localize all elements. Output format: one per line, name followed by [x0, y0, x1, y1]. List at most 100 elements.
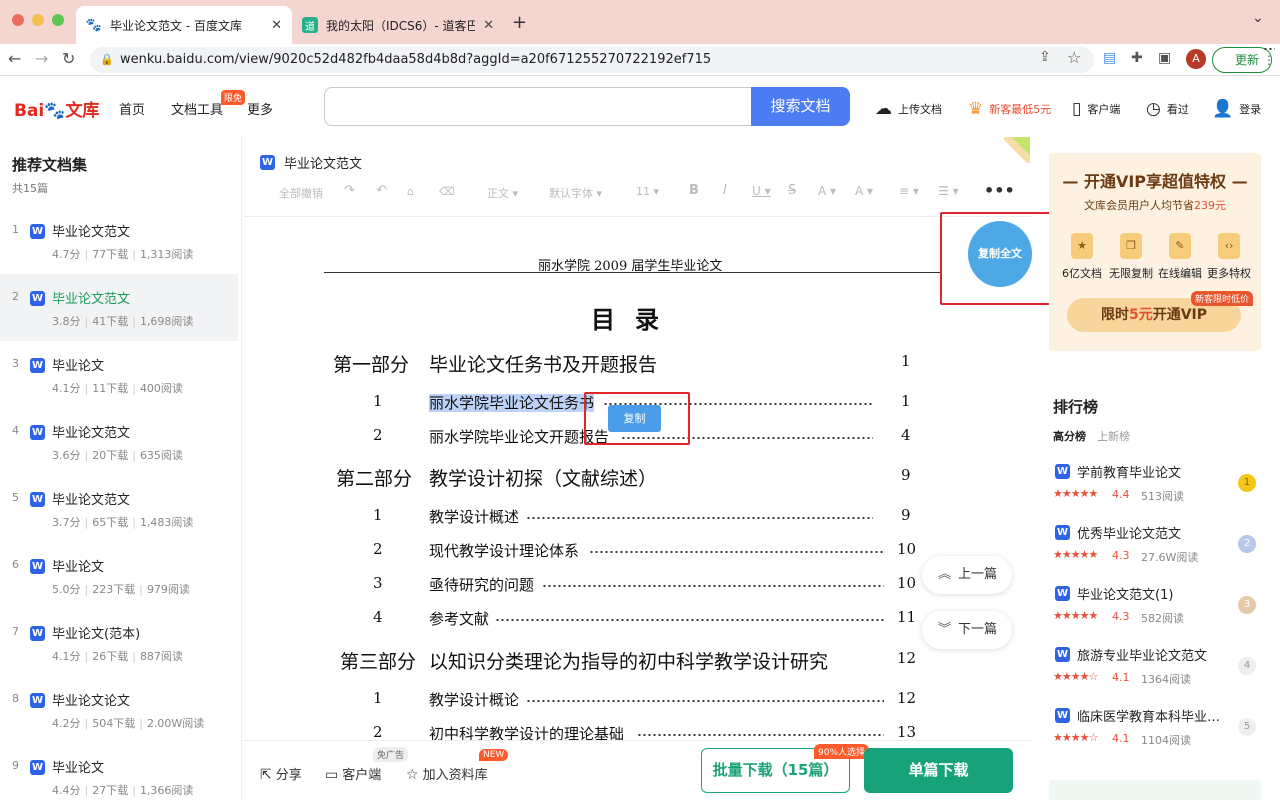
forward-icon[interactable]: → — [35, 49, 48, 68]
toc-item: 亟待研究的问题 — [429, 576, 535, 594]
share-page-icon[interactable]: ⇪ — [1039, 49, 1051, 65]
align-button[interactable]: ≡ ▾ — [899, 184, 919, 198]
baidu-wenku-logo[interactable]: Bai🐾文库 — [14, 96, 99, 121]
nav-home[interactable]: 首页 — [119, 99, 145, 118]
font-size-select[interactable]: 11 ▾ — [636, 185, 659, 198]
maximize-window-button[interactable] — [52, 14, 64, 26]
tab-new[interactable]: 上新榜 — [1097, 428, 1130, 444]
next-doc-label: 下一篇 — [958, 622, 998, 637]
minimize-window-button[interactable] — [32, 14, 44, 26]
item-reads: 1,483阅读 — [139, 516, 194, 529]
sidebar-doc-item[interactable]: 7 W 毕业论文(范本) 4.1分 | 26下载 | 887阅读 — [0, 609, 238, 676]
add-library-button[interactable]: ☆ 加入资料库 — [406, 764, 488, 783]
undo-icon[interactable]: ↶ — [376, 183, 387, 198]
item-index: 7 — [12, 625, 19, 638]
list-button[interactable]: ☰ ▾ — [938, 184, 959, 198]
item-downloads: 504下载 — [92, 717, 136, 730]
search-input[interactable] — [324, 87, 754, 126]
vip-feature-label: 6亿文档 — [1062, 267, 1102, 280]
close-window-button[interactable] — [12, 14, 24, 26]
item-index: 3 — [12, 357, 19, 370]
vip-btn-amount: 5元 — [1128, 307, 1153, 323]
highlight-color-button[interactable]: A ▾ — [855, 184, 873, 198]
more-tools-button[interactable]: ••• — [984, 181, 1015, 200]
update-button[interactable]: 更新 ⋮ — [1212, 47, 1275, 73]
close-tab-icon[interactable]: ✕ — [483, 18, 494, 33]
underline-button[interactable]: U ▾ — [752, 184, 771, 198]
italic-button[interactable]: I — [723, 183, 727, 198]
tab-top-rated[interactable]: 高分榜 — [1053, 428, 1086, 444]
toc-item-number: 2 — [373, 540, 383, 558]
back-icon[interactable]: ← — [8, 49, 21, 68]
style-select[interactable]: 正文 ▾ — [487, 185, 518, 201]
extension-doc-icon[interactable]: ▤ — [1103, 50, 1116, 66]
item-meta: 4.7分 | 77下载 | 1,313阅读 — [52, 248, 194, 261]
ranking-item[interactable]: W 学前教育毕业论文 ★★★★★ 4.4 513阅读 1 — [1053, 462, 1263, 522]
sidebar-doc-item[interactable]: 2 W 毕业论文范文 3.8分 | 41下载 | 1,698阅读 — [0, 274, 238, 341]
annotation-box-copy-all — [940, 212, 1051, 305]
sidebar-doc-item[interactable]: 3 W 毕业论文 4.1分 | 11下载 | 400阅读 — [0, 341, 238, 408]
vip-feature: ★ 6亿文档 — [1058, 233, 1106, 281]
toc-part3-title: 以知识分类理论为指导的初中科学教学设计研究 — [429, 651, 829, 673]
strikethrough-button[interactable]: S — [788, 183, 796, 198]
nav-doc-tools[interactable]: 文档工具 — [171, 99, 223, 118]
ranking-item[interactable]: W 旅游专业毕业论文范文 ★★★★☆ 4.1 1364阅读 4 — [1053, 645, 1263, 705]
upload-doc-link[interactable]: ☁ 上传文档 — [875, 99, 942, 119]
word-doc-icon: W — [260, 155, 275, 170]
tab-doc88[interactable]: 道 我的太阳（IDCS6）- 道客巴巴 ✕ — [292, 6, 504, 44]
extensions-puzzle-icon[interactable]: ✚ — [1131, 50, 1143, 66]
undo-all-button[interactable]: 全部撤销 — [279, 185, 323, 201]
sidebar-doc-item[interactable]: 4 W 毕业论文范文 3.6分 | 20下载 | 635阅读 — [0, 408, 238, 475]
ranking-reads: 582阅读 — [1141, 612, 1184, 625]
browser-menu-icon[interactable]: ⋮ — [1263, 48, 1275, 67]
search-button[interactable]: 搜索文档 — [751, 87, 850, 126]
bold-button[interactable]: B — [689, 183, 699, 198]
rating-stars-icon: ★★★★★ — [1053, 487, 1098, 500]
nav-more[interactable]: 更多 — [247, 99, 273, 118]
font-color-button[interactable]: A ▾ — [818, 184, 836, 198]
next-doc-button[interactable]: ︾ 下一篇 — [922, 611, 1012, 649]
document-title: W 毕业论文范文 — [260, 153, 362, 172]
lock-icon: 🔒 — [100, 53, 114, 66]
tab-baidu-wenku[interactable]: 🐾 毕业论文范文 - 百度文库 ✕ — [76, 6, 292, 44]
side-panel-icon[interactable]: ▣ — [1158, 50, 1171, 66]
redo-icon[interactable]: ↷ — [344, 183, 355, 198]
selected-text[interactable]: 丽水学院毕业论文任务书 — [429, 394, 595, 412]
vip-promo-link[interactable]: ♛ 新客最低5元 — [968, 99, 1051, 119]
sidebar-doc-item[interactable]: 6 W 毕业论文 5.0分 | 223下载 | 979阅读 — [0, 542, 238, 609]
sidebar-doc-item[interactable]: 8 W 毕业论文论文 4.2分 | 504下载 | 2.00W阅读 — [0, 676, 238, 743]
ranking-item[interactable]: W 优秀毕业论文范文 ★★★★★ 4.3 27.6W阅读 2 — [1053, 523, 1263, 583]
ranking-item[interactable]: W 毕业论文范文(1) ★★★★★ 4.3 582阅读 3 — [1053, 584, 1263, 644]
item-reads: 2.00W阅读 — [146, 717, 205, 730]
bookmark-star-icon[interactable]: ☆ — [1067, 48, 1081, 67]
sidebar-doc-item[interactable]: 1 W 毕业论文范文 4.7分 | 77下载 | 1,313阅读 — [0, 207, 238, 274]
share-button[interactable]: ⇱ 分享 — [260, 764, 302, 783]
eraser-icon[interactable]: ⌫ — [439, 185, 455, 198]
doc88-icon: 道 — [302, 17, 318, 33]
history-link[interactable]: ◷ 看过 — [1146, 99, 1189, 119]
client-button[interactable]: ▭ 客户端 — [325, 764, 381, 783]
single-download-button[interactable]: 单篇下载 — [864, 748, 1013, 793]
profile-avatar[interactable]: A — [1186, 49, 1206, 69]
font-select[interactable]: 默认字体 ▾ — [549, 185, 602, 201]
toc-item-number: 1 — [373, 689, 383, 707]
toc-part1-title: 毕业论文任务书及开题报告 — [429, 354, 658, 376]
toc-item-selected[interactable]: 丽水学院毕业论文任务书 — [429, 392, 595, 413]
new-tab-button[interactable]: + — [512, 12, 527, 33]
address-bar[interactable]: 🔒 wenku.baidu.com/view/9020c52d482fb4daa… — [90, 47, 1094, 73]
close-tab-icon[interactable]: ✕ — [271, 18, 282, 33]
format-painter-icon[interactable]: ⌂ — [407, 185, 414, 198]
client-link[interactable]: ▯ 客户端 — [1072, 99, 1120, 119]
login-link[interactable]: 👤 登录 — [1212, 99, 1261, 119]
ranking-item[interactable]: W 临床医学教育本科毕业… ★★★★☆ 4.1 1104阅读 5 — [1053, 706, 1263, 766]
item-title: 毕业论文范文 — [52, 225, 131, 240]
reload-icon[interactable]: ↻ — [62, 49, 75, 68]
word-doc-icon: W — [30, 224, 45, 239]
rank-badge: 4 — [1238, 657, 1256, 675]
tab-search-icon[interactable]: ⌄ — [1252, 10, 1264, 26]
prev-doc-button[interactable]: ︽ 上一篇 — [922, 556, 1012, 594]
item-index: 2 — [12, 290, 19, 303]
sidebar-doc-item[interactable]: 5 W 毕业论文范文 3.7分 | 65下载 | 1,483阅读 — [0, 475, 238, 542]
toc-item: 丽水学院毕业论文开题报告 — [429, 428, 610, 446]
login-label: 登录 — [1239, 103, 1262, 116]
